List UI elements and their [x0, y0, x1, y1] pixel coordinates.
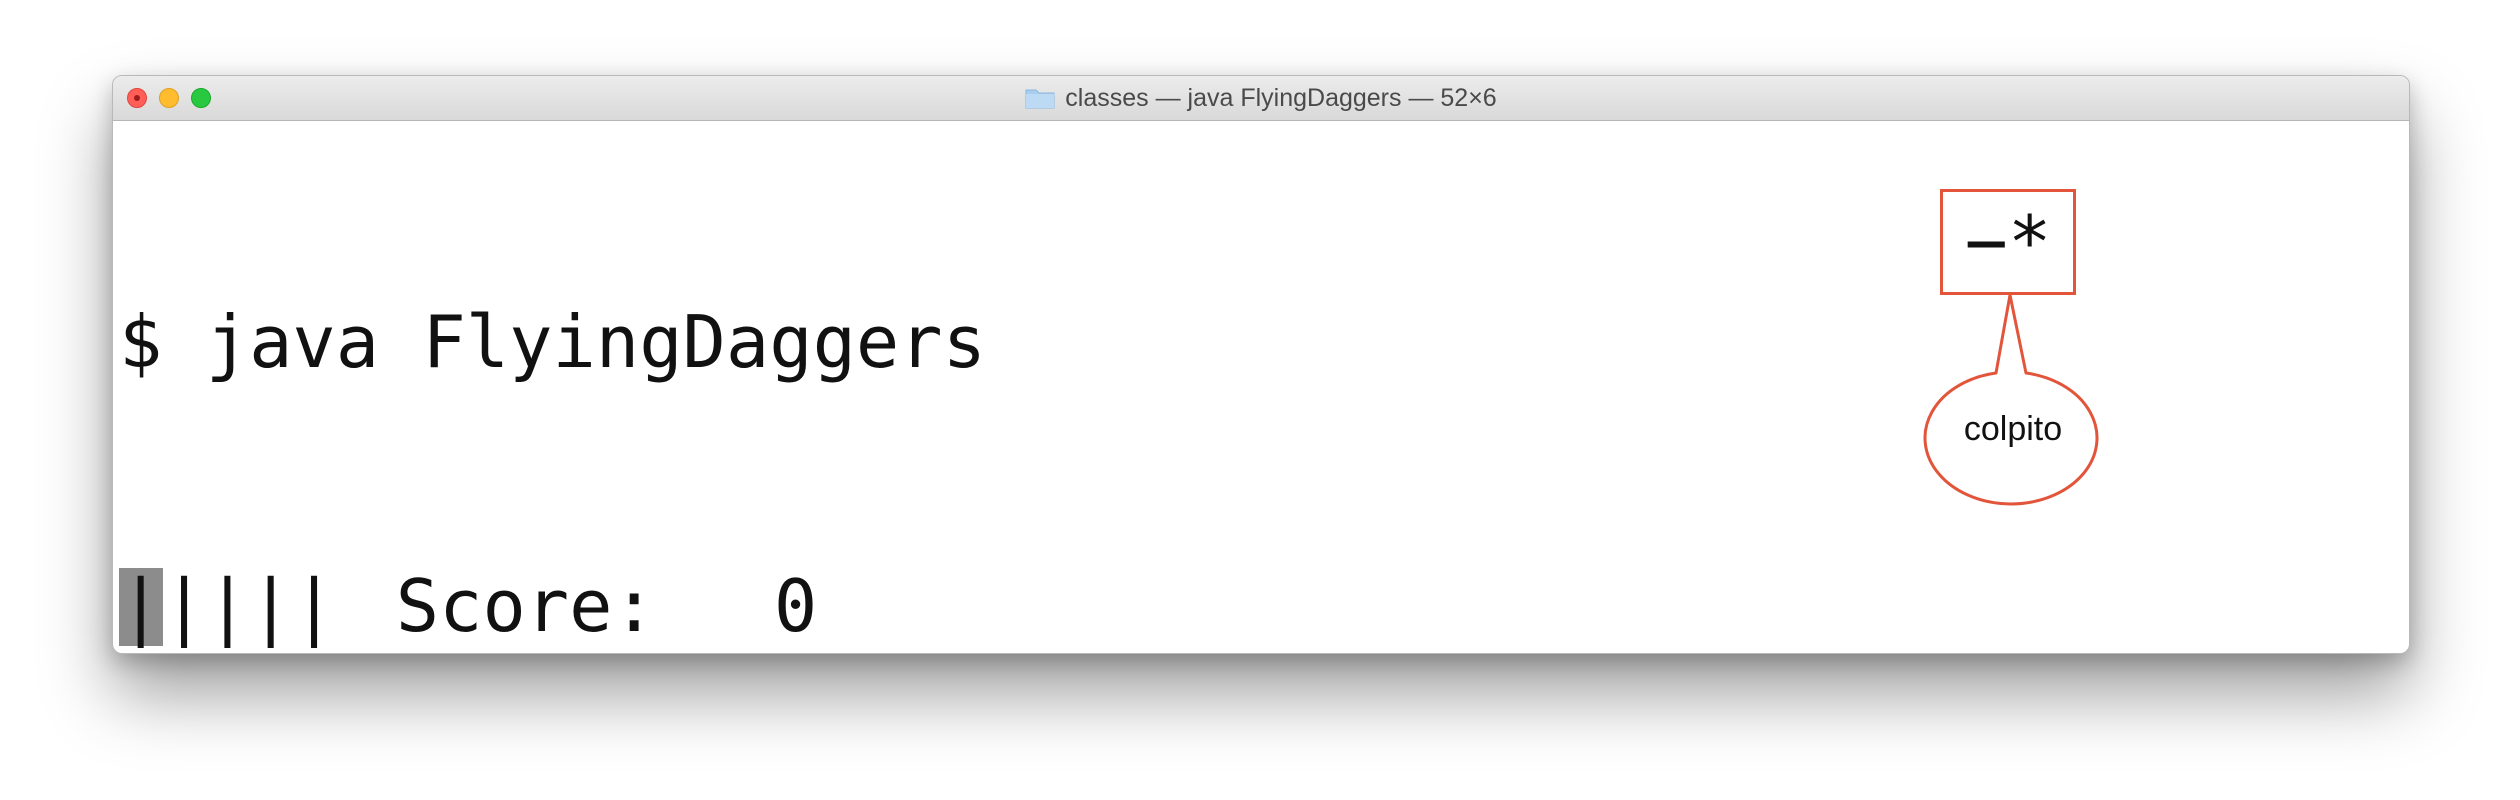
command-text: java FlyingDaggers — [205, 300, 986, 384]
lives-indicator: ||||| — [119, 564, 336, 648]
callout-bubble-shape — [1923, 293, 2099, 506]
score-value: 0 — [773, 564, 818, 648]
terminal-content[interactable]: $ java FlyingDaggers ||||| Score: 0 — [119, 122, 986, 653]
title-bar[interactable]: classes — java FlyingDaggers — 52×6 — [113, 76, 2409, 121]
dagger-sprite: −* — [1964, 200, 2052, 284]
callout-label: colpito — [1963, 410, 2063, 448]
window-title: classes — java FlyingDaggers — 52×6 — [1065, 83, 1497, 112]
game-status-line: ||||| Score: 0 — [119, 562, 986, 650]
folder-icon — [1025, 87, 1055, 109]
score-label: Score: — [395, 564, 656, 648]
window-title-area: classes — java FlyingDaggers — 52×6 — [113, 76, 2409, 120]
annotation-callout: colpito — [1918, 290, 2108, 515]
dagger-highlight-box: −* — [1940, 189, 2076, 295]
shell-prompt: $ — [119, 300, 163, 384]
command-line: $ java FlyingDaggers — [119, 298, 986, 386]
